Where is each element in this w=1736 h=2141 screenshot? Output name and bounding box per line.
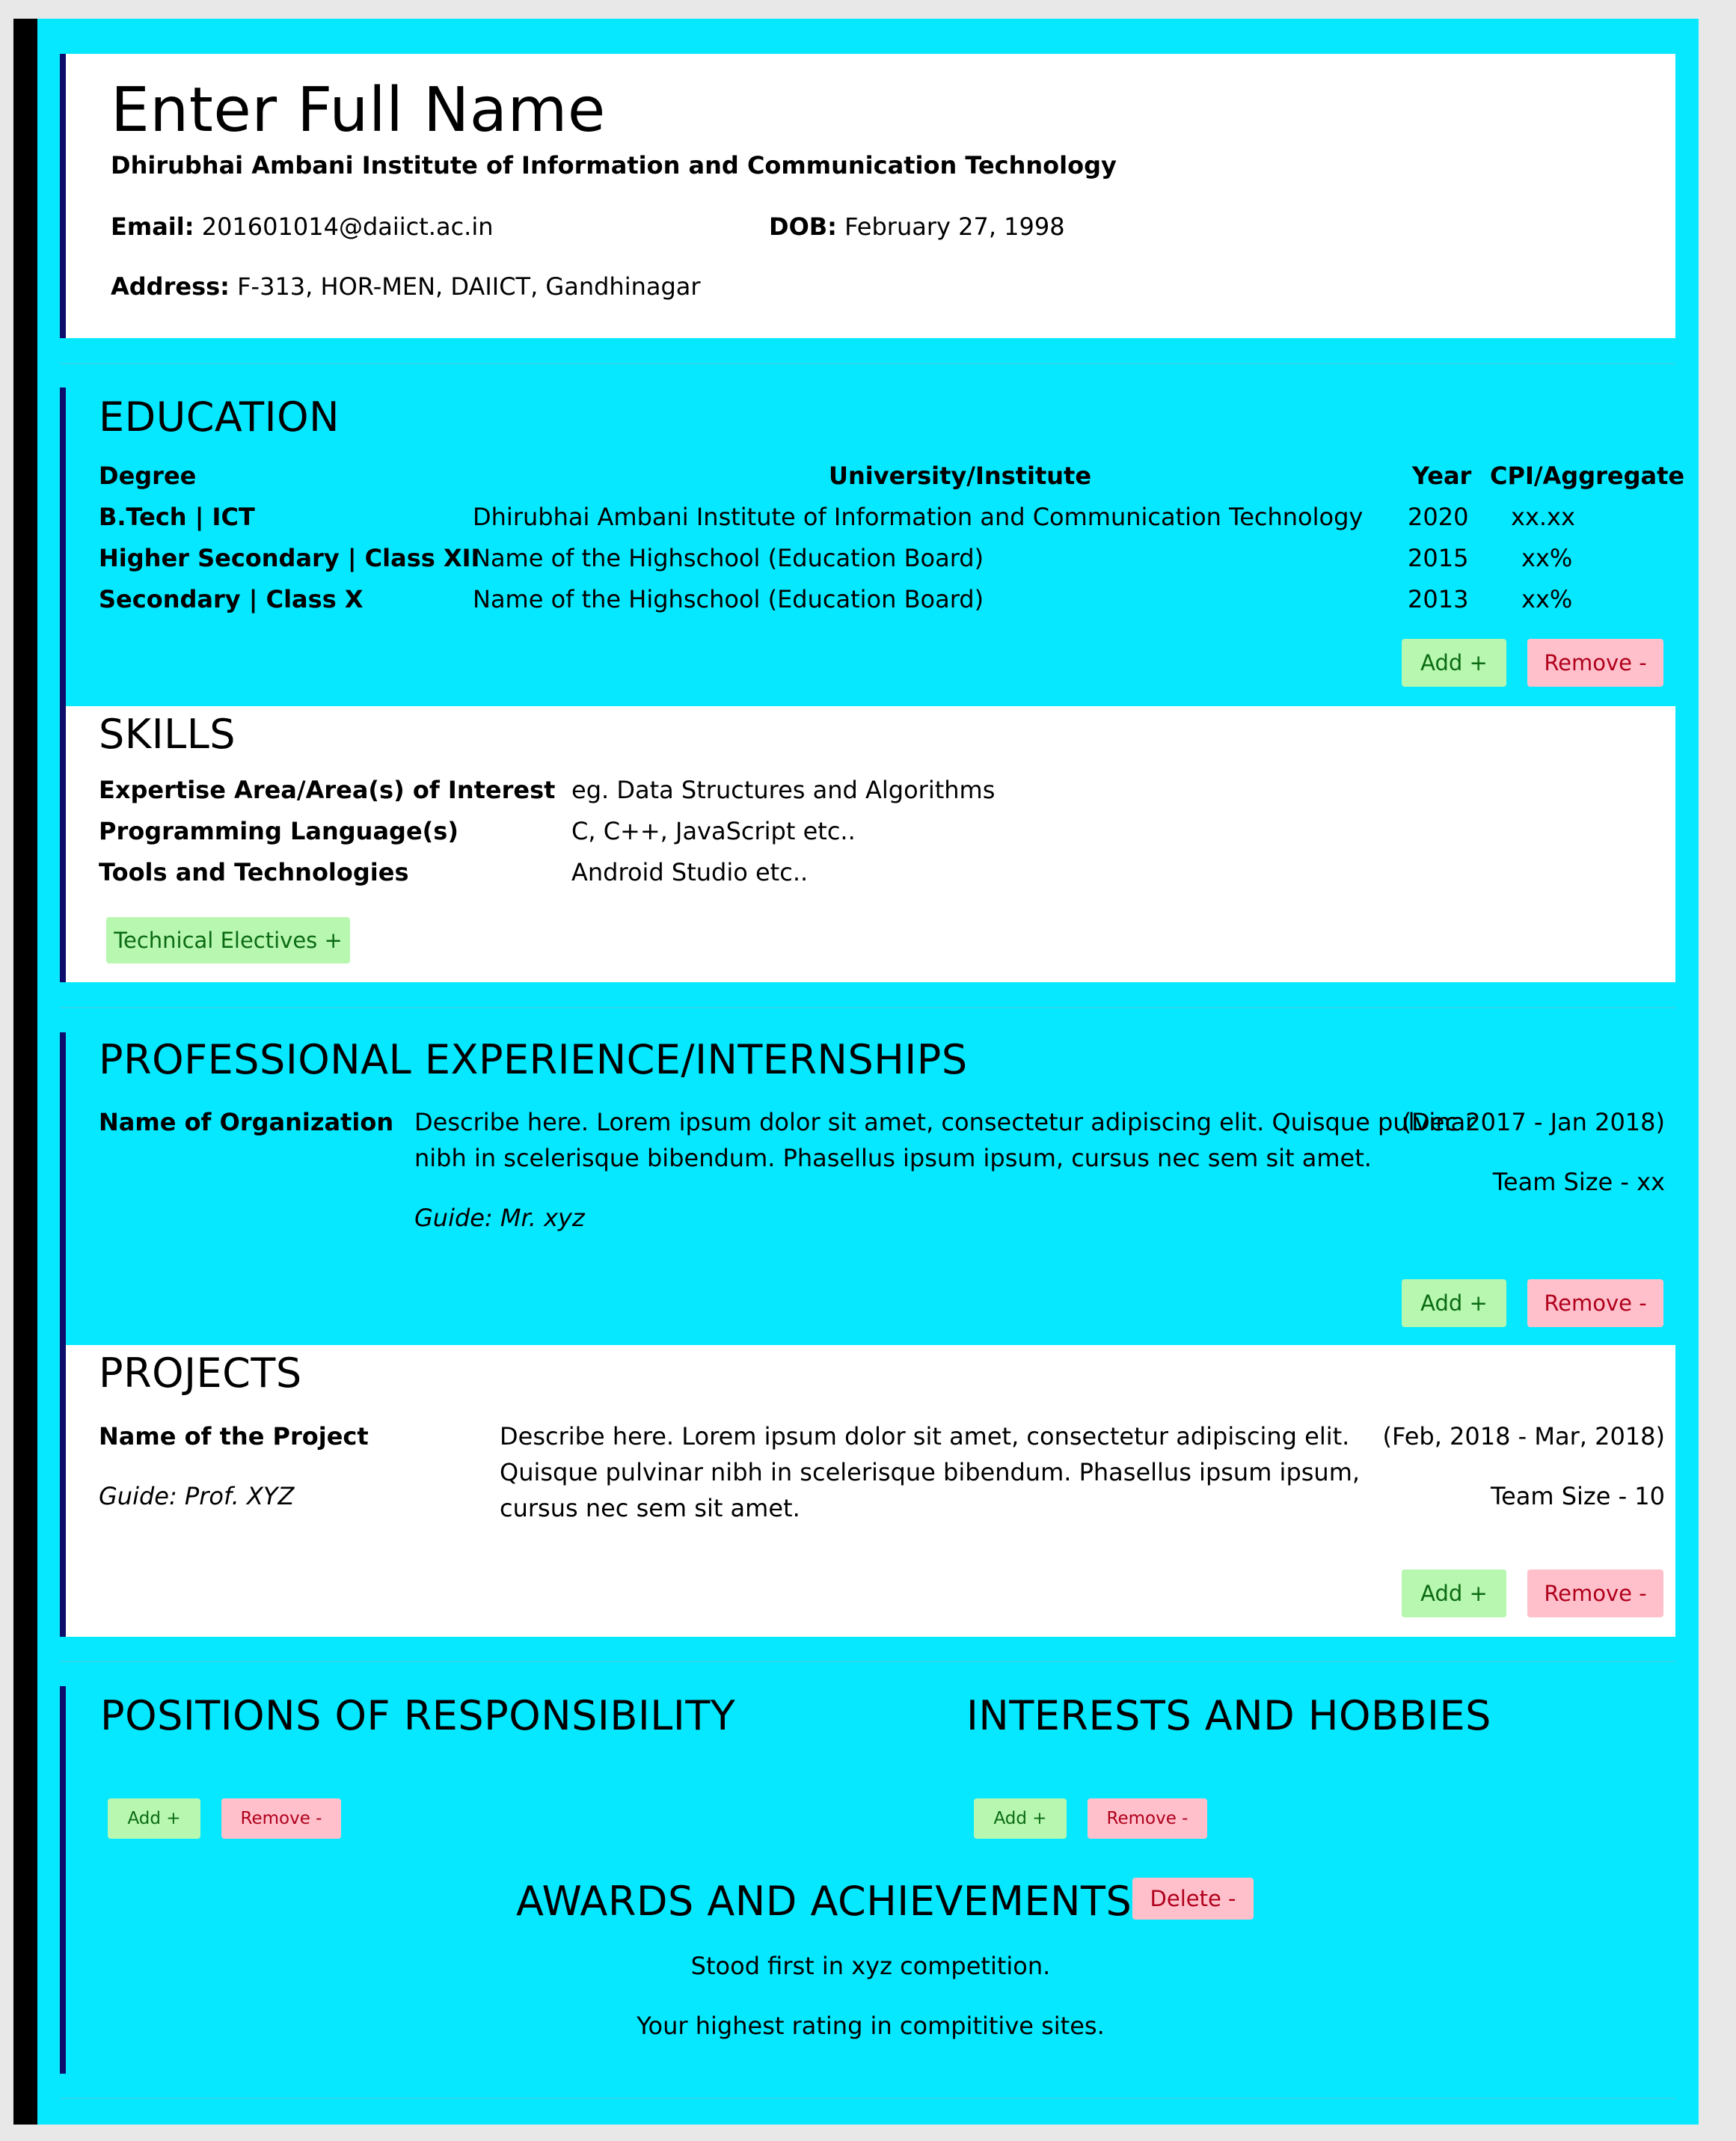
project-dates[interactable]: (Feb, 2018 - Mar, 2018) <box>1383 1418 1665 1454</box>
award-item[interactable]: Stood first in xyz competition. <box>66 1948 1675 1984</box>
skills-title: SKILLS <box>99 711 236 758</box>
award-item[interactable]: Your highest rating in compititive sites… <box>66 2008 1675 2044</box>
project-name[interactable]: Name of the Project <box>99 1418 369 1454</box>
institute-name: Dhirubhai Ambani Institute of Informatio… <box>111 151 1117 180</box>
education-title: EDUCATION <box>99 393 340 441</box>
divider <box>60 1007 1675 1008</box>
experience-team-size[interactable]: Team Size - xx <box>1493 1164 1665 1200</box>
edu-year[interactable]: 2013 <box>1408 581 1468 617</box>
edu-degree[interactable]: Secondary | Class X <box>99 581 364 617</box>
email-label: Email: <box>111 212 194 241</box>
misc-panel: POSITIONS OF RESPONSIBILITY Add + Remove… <box>60 1686 1675 2074</box>
skill-label: Programming Language(s) <box>99 817 458 845</box>
projects-section: PROJECTS Name of the Project Guide: Prof… <box>66 1345 1675 1637</box>
experience-guide[interactable]: Guide: Mr. xyz <box>414 1200 585 1236</box>
experience-description-line[interactable]: nibh in scelerisque bibendum. Phasellus … <box>414 1140 1372 1176</box>
divider <box>60 2098 1675 2099</box>
technical-electives-button[interactable]: Technical Electives + <box>106 917 350 964</box>
skill-label: Expertise Area/Area(s) of Interest <box>99 776 556 804</box>
email-line: Email: 201601014@daiict.ac.in <box>111 212 494 241</box>
project-team-size[interactable]: Team Size - 10 <box>1491 1478 1665 1514</box>
education-remove-button[interactable]: Remove - <box>1527 639 1663 687</box>
edu-institute[interactable]: Dhirubhai Ambani Institute of Informatio… <box>473 499 1363 535</box>
dob-value[interactable]: February 27, 1998 <box>844 212 1064 241</box>
skill-value[interactable]: eg. Data Structures and Algorithms <box>571 772 995 808</box>
edu-header-degree: Degree <box>99 462 197 490</box>
address-line: Address: F-313, HOR-MEN, DAIICT, Gandhin… <box>111 272 701 301</box>
positions-title: POSITIONS OF RESPONSIBILITY <box>100 1692 736 1739</box>
edu-cpi[interactable]: xx% <box>1521 581 1572 617</box>
experience-add-button[interactable]: Add + <box>1402 1279 1506 1327</box>
project-description-line[interactable]: cursus nec sem sit amet. <box>500 1490 800 1526</box>
experience-projects-panel: PROFESSIONAL EXPERIENCE/INTERNSHIPS Name… <box>60 1032 1675 1637</box>
education-skills-panel: EDUCATION Degree University/Institute Ye… <box>60 388 1684 982</box>
edu-year[interactable]: 2015 <box>1408 540 1468 576</box>
experience-title: PROFESSIONAL EXPERIENCE/INTERNSHIPS <box>99 1036 968 1083</box>
organization-name[interactable]: Name of Organization <box>99 1104 393 1140</box>
experience-description-line[interactable]: Describe here. Lorem ipsum dolor sit ame… <box>414 1104 1475 1140</box>
address-label: Address: <box>111 272 230 301</box>
projects-title: PROJECTS <box>99 1350 302 1397</box>
positions-remove-button[interactable]: Remove - <box>221 1798 341 1839</box>
projects-remove-button[interactable]: Remove - <box>1527 1569 1663 1617</box>
awards-title: AWARDS AND ACHIEVEMENTS <box>516 1878 1132 1925</box>
address-value[interactable]: F-313, HOR-MEN, DAIICT, Gandhinagar <box>237 272 700 301</box>
edu-institute[interactable]: Name of the Highschool (Education Board) <box>473 540 984 576</box>
skill-value[interactable]: Android Studio etc.. <box>571 854 808 890</box>
interests-title: INTERESTS AND HOBBIES <box>966 1692 1491 1739</box>
full-name[interactable]: Enter Full Name <box>111 75 606 146</box>
email-value[interactable]: 201601014@daiict.ac.in <box>202 212 494 241</box>
education-add-button[interactable]: Add + <box>1402 639 1506 687</box>
project-description-line[interactable]: Quisque pulvinar nibh in scelerisque bib… <box>500 1454 1360 1490</box>
header-panel: Enter Full Name Dhirubhai Ambani Institu… <box>60 54 1675 338</box>
edu-cpi[interactable]: xx.xx <box>1511 499 1575 535</box>
projects-add-button[interactable]: Add + <box>1402 1569 1506 1617</box>
interests-add-button[interactable]: Add + <box>974 1798 1067 1839</box>
positions-add-button[interactable]: Add + <box>108 1798 200 1839</box>
dob-label: DOB: <box>769 212 837 241</box>
edu-cpi[interactable]: xx% <box>1521 540 1572 576</box>
skill-label: Tools and Technologies <box>99 858 409 886</box>
edu-year[interactable]: 2020 <box>1408 499 1468 535</box>
project-description-line[interactable]: Describe here. Lorem ipsum dolor sit ame… <box>500 1418 1349 1454</box>
divider <box>60 1661 1675 1662</box>
edu-institute[interactable]: Name of the Highschool (Education Board) <box>473 581 984 617</box>
experience-remove-button[interactable]: Remove - <box>1527 1279 1663 1327</box>
awards-delete-button[interactable]: Delete - <box>1132 1878 1254 1920</box>
edu-header-cpi: CPI/Aggregate <box>1490 462 1685 490</box>
divider <box>60 363 1675 364</box>
project-guide[interactable]: Guide: Prof. XYZ <box>99 1478 294 1514</box>
experience-dates[interactable]: (Dec 2017 - Jan 2018) <box>1402 1104 1665 1140</box>
interests-remove-button[interactable]: Remove - <box>1088 1798 1207 1839</box>
skill-value[interactable]: C, C++, JavaScript etc.. <box>571 813 856 849</box>
edu-degree[interactable]: B.Tech | ICT <box>99 499 255 535</box>
edu-header-year: Year <box>1412 462 1472 490</box>
skills-section: SKILLS Expertise Area/Area(s) of Interes… <box>66 706 1675 982</box>
edu-header-university: University/Institute <box>829 462 1092 490</box>
edu-degree[interactable]: Higher Secondary | Class XII <box>99 540 479 576</box>
dob-line: DOB: February 27, 1998 <box>769 212 1065 241</box>
